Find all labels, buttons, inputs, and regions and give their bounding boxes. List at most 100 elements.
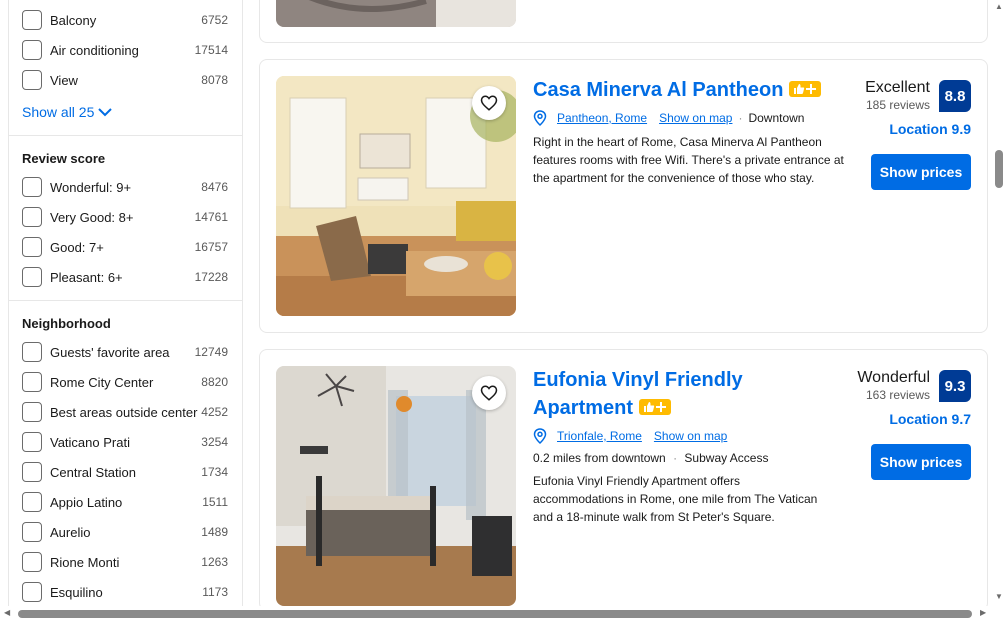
vertical-scrollbar[interactable]: ▲ ▼ bbox=[991, 0, 1008, 606]
filter-count: 6752 bbox=[201, 13, 228, 27]
property-card: Eufonia Vinyl Friendly Apartment Trionfa… bbox=[259, 349, 988, 611]
review-score-heading: Review score bbox=[22, 151, 106, 166]
filter-label: Appio Latino bbox=[50, 494, 123, 510]
filter-rome-city-center[interactable]: Rome City Center 8820 bbox=[22, 371, 232, 393]
property-location: Trionfale, Rome Show on map bbox=[533, 428, 727, 444]
show-prices-button[interactable]: Show prices bbox=[871, 154, 971, 190]
show-all-label: Show all 25 bbox=[22, 104, 95, 120]
property-title-link[interactable]: Eufonia Vinyl Friendly Apartment bbox=[533, 366, 743, 422]
filter-vaticano-prati[interactable]: Vaticano Prati 3254 bbox=[22, 431, 232, 453]
filter-air-conditioning[interactable]: Air conditioning 17514 bbox=[22, 39, 232, 61]
property-title-line1: Eufonia Vinyl Friendly bbox=[533, 369, 743, 391]
checkbox[interactable] bbox=[22, 237, 42, 257]
thumbs-up-icon bbox=[794, 83, 805, 94]
filter-count: 8078 bbox=[201, 73, 228, 87]
scroll-right-arrow-icon[interactable]: ▶ bbox=[980, 608, 986, 617]
filter-guests-favorite-area[interactable]: Guests' favorite area 12749 bbox=[22, 341, 232, 363]
filter-count: 1173 bbox=[202, 585, 228, 599]
checkbox[interactable] bbox=[22, 177, 42, 197]
checkbox[interactable] bbox=[22, 70, 42, 90]
plus-icon bbox=[656, 401, 667, 412]
checkbox[interactable] bbox=[22, 582, 42, 602]
filter-good[interactable]: Good: 7+ 16757 bbox=[22, 236, 232, 258]
filter-label: Balcony bbox=[50, 12, 97, 28]
distance-text: 0.2 miles from downtown bbox=[533, 451, 666, 465]
checkbox[interactable] bbox=[22, 342, 42, 362]
scroll-up-arrow-icon[interactable]: ▲ bbox=[995, 2, 1003, 11]
filter-label: Aurelio bbox=[50, 524, 91, 540]
property-title-link[interactable]: Casa Minerva Al Pantheon bbox=[533, 76, 822, 104]
location-score: Location 9.9 bbox=[889, 121, 971, 137]
property-photo[interactable] bbox=[276, 366, 516, 606]
review-count: 163 reviews bbox=[865, 388, 930, 402]
checkbox[interactable] bbox=[22, 522, 42, 542]
checkbox[interactable] bbox=[22, 552, 42, 572]
show-prices-button[interactable]: Show prices bbox=[871, 444, 971, 480]
checkbox[interactable] bbox=[22, 492, 42, 512]
filter-central-station[interactable]: Central Station 1734 bbox=[22, 461, 232, 483]
filter-view[interactable]: View 8078 bbox=[22, 69, 232, 91]
filter-label: Very Good: 8+ bbox=[50, 209, 134, 225]
preferred-badge bbox=[639, 398, 672, 415]
area-link[interactable]: Trionfale, Rome bbox=[557, 429, 642, 443]
property-title-line2: Apartment bbox=[533, 397, 634, 419]
save-favorite-button[interactable] bbox=[472, 376, 506, 410]
filter-balcony[interactable]: Balcony 6752 bbox=[22, 9, 232, 31]
filter-count: 14761 bbox=[194, 210, 228, 224]
preferred-badge bbox=[789, 80, 822, 97]
vertical-scroll-thumb[interactable] bbox=[995, 150, 1003, 188]
rating-word: Excellent bbox=[865, 79, 930, 96]
review-score-badge: 9.3 bbox=[939, 370, 971, 402]
save-favorite-button[interactable] bbox=[472, 86, 506, 120]
checkbox[interactable] bbox=[22, 10, 42, 30]
show-on-map-link[interactable]: Show on map bbox=[654, 429, 727, 443]
property-card: Casa Minerva Al Pantheon Pantheon, Rome … bbox=[259, 59, 988, 333]
area-link[interactable]: Pantheon, Rome bbox=[557, 111, 647, 125]
checkbox[interactable] bbox=[22, 267, 42, 287]
property-description: Right in the heart of Rome, Casa Minerva… bbox=[533, 135, 844, 185]
property-description: Eufonia Vinyl Friendly Apartment offers … bbox=[533, 474, 818, 524]
filter-label: Guests' favorite area bbox=[50, 344, 170, 360]
search-results-page: Balcony 6752 Air conditioning 17514 View… bbox=[0, 0, 1008, 621]
property-card-previous bbox=[259, 0, 988, 43]
filter-best-areas-outside-center[interactable]: Best areas outside center 4252 bbox=[22, 401, 232, 423]
location-score: Location 9.7 bbox=[889, 411, 971, 427]
property-photo[interactable] bbox=[276, 76, 516, 316]
show-on-map-link[interactable]: Show on map bbox=[659, 111, 732, 125]
checkbox[interactable] bbox=[22, 207, 42, 227]
filter-count: 3254 bbox=[201, 435, 228, 449]
filter-esquilino[interactable]: Esquilino 1173 bbox=[22, 581, 232, 603]
filter-label: Rome City Center bbox=[50, 374, 154, 390]
scroll-left-arrow-icon[interactable]: ◀ bbox=[4, 608, 10, 617]
filter-very-good[interactable]: Very Good: 8+ 14761 bbox=[22, 206, 232, 228]
filter-count: 1489 bbox=[201, 525, 228, 539]
checkbox[interactable] bbox=[22, 462, 42, 482]
property-photo[interactable] bbox=[276, 0, 516, 27]
show-all-facilities-link[interactable]: Show all 25 bbox=[22, 104, 113, 120]
filter-wonderful[interactable]: Wonderful: 9+ 8476 bbox=[22, 176, 232, 198]
chevron-down-icon bbox=[98, 108, 113, 117]
filter-label: Esquilino bbox=[50, 584, 103, 600]
filter-label: View bbox=[50, 72, 78, 88]
filter-appio-latino[interactable]: Appio Latino 1511 bbox=[22, 491, 232, 513]
scroll-down-arrow-icon[interactable]: ▼ bbox=[995, 592, 1003, 601]
map-pin-icon bbox=[533, 110, 547, 126]
filter-aurelio[interactable]: Aurelio 1489 bbox=[22, 521, 232, 543]
distance-info: 0.2 miles from downtown · Subway Access bbox=[533, 451, 768, 465]
filter-pleasant[interactable]: Pleasant: 6+ 17228 bbox=[22, 266, 232, 288]
filters-sidebar: Balcony 6752 Air conditioning 17514 View… bbox=[8, 0, 243, 608]
property-image bbox=[276, 0, 516, 27]
property-location: Pantheon, Rome Show on map · Downtown bbox=[533, 110, 804, 126]
checkbox[interactable] bbox=[22, 372, 42, 392]
review-count: 185 reviews bbox=[865, 98, 930, 112]
filter-rione-monti[interactable]: Rione Monti 1263 bbox=[22, 551, 232, 573]
access-text: Subway Access bbox=[684, 451, 769, 465]
filter-label: Best areas outside center bbox=[50, 404, 198, 420]
filter-label: Pleasant: 6+ bbox=[50, 269, 123, 285]
location-tag: Downtown bbox=[748, 111, 805, 125]
checkbox[interactable] bbox=[22, 432, 42, 452]
horizontal-scrollbar[interactable]: ◀ ▶ bbox=[0, 606, 1008, 621]
checkbox[interactable] bbox=[22, 40, 42, 60]
horizontal-scroll-thumb[interactable] bbox=[18, 610, 972, 618]
checkbox[interactable] bbox=[22, 402, 42, 422]
